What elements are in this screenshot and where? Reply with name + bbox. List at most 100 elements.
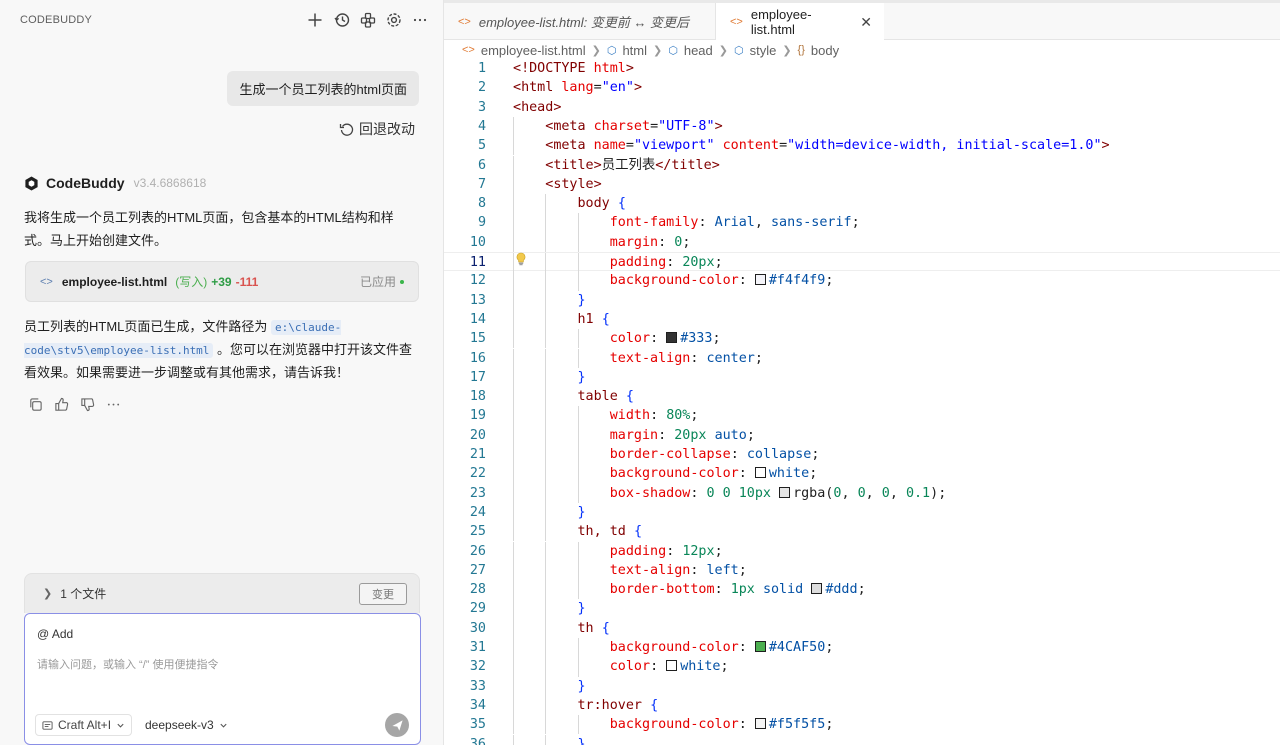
chevron-right-icon: ❯	[718, 44, 728, 57]
code-line[interactable]: 36 }	[444, 734, 1280, 745]
code-line[interactable]: 25 th, td {	[444, 522, 1280, 542]
add-context-button[interactable]: @ Add	[37, 627, 73, 641]
code-line[interactable]: 2 <html lang="en">	[444, 78, 1280, 97]
code-line[interactable]: 19 width: 80%;	[444, 406, 1280, 426]
code-text: <head>	[513, 99, 562, 115]
line-number: 24	[469, 504, 486, 520]
code-line[interactable]: 15 color: #333;	[444, 329, 1280, 349]
code-line[interactable]: 12 background-color: #f4f4f9;	[444, 271, 1280, 291]
code-text: th, td {	[577, 524, 643, 540]
lightbulb-icon[interactable]	[515, 252, 527, 266]
code-line[interactable]: 16 text-align: center;	[444, 348, 1280, 368]
code-line[interactable]: 4 <meta charset="UTF-8">	[444, 116, 1280, 137]
breadcrumb-body[interactable]: body	[811, 43, 839, 58]
file-card-mode: (写入)	[175, 275, 208, 289]
code-line[interactable]: 5 <meta name="viewport" content="width=d…	[444, 136, 1280, 156]
code-text: background-color: #4CAF50;	[609, 640, 834, 655]
code-line[interactable]: 29 }	[444, 599, 1280, 619]
copy-icon[interactable]	[27, 396, 43, 412]
chat-input[interactable]: 请输入问题，或输入 “/” 使用便捷指令	[37, 656, 219, 672]
breadcrumb-head[interactable]: head	[684, 43, 713, 58]
code-line[interactable]: 35 background-color: #f5f5f5;	[444, 715, 1280, 735]
line-number: 36	[469, 736, 486, 745]
line-number: 13	[469, 292, 486, 308]
code-line[interactable]: 34 tr:hover {	[444, 695, 1280, 716]
more-icon[interactable]	[410, 10, 430, 30]
code-line[interactable]: 17 }	[444, 367, 1280, 388]
breadcrumb-style[interactable]: style	[750, 43, 777, 58]
chevron-right-icon: ❯	[782, 44, 792, 57]
view-changes-button[interactable]: 变更	[359, 582, 407, 605]
code-line[interactable]: 26 padding: 12px;	[444, 541, 1280, 561]
model-selector[interactable]: deepseek-v3	[145, 714, 228, 736]
line-number: 7	[477, 176, 486, 192]
html-file-icon: <>	[462, 44, 475, 56]
send-icon	[391, 719, 403, 731]
panel-header: CODEBUDDY	[0, 0, 444, 40]
settings-icon[interactable]	[384, 10, 404, 30]
thumbs-down-icon[interactable]	[79, 396, 95, 412]
code-line[interactable]: 33 }	[444, 676, 1280, 696]
line-number: 35	[469, 717, 486, 733]
history-icon[interactable]	[332, 10, 352, 30]
code-text: box-shadow: 0 0 10px rgba(0, 0, 0, 0.1);	[609, 485, 947, 501]
breadcrumb-html[interactable]: html	[622, 43, 647, 58]
code-line[interactable]: 32 color: white;	[444, 657, 1280, 677]
code-text: <style>	[545, 176, 602, 192]
line-number: 4	[477, 118, 486, 134]
element-icon: ⬡	[606, 44, 617, 57]
code-line[interactable]: 23 box-shadow: 0 0 10px rgba(0, 0, 0, 0.…	[444, 483, 1280, 503]
code-line[interactable]: 13 }	[444, 290, 1280, 310]
code-line[interactable]: 1 <!DOCTYPE html>	[444, 59, 1280, 78]
bot-version: v3.4.6868618	[133, 176, 207, 190]
tab-diff[interactable]: <> employee-list.html: 变更前 ↔ 变更后	[444, 3, 716, 40]
line-number: 12	[469, 273, 486, 289]
code-text: <meta name="viewport" content="width=dev…	[545, 138, 1110, 154]
code-text: <meta charset="UTF-8">	[545, 118, 723, 134]
code-area[interactable]: 1 <!DOCTYPE html> 2 <html lang="en"> 3 <head>…	[444, 59, 1280, 745]
code-line[interactable]: 24 }	[444, 502, 1280, 523]
code-line[interactable]: 9 font-family: Arial, sans-serif;	[444, 213, 1280, 233]
code-line[interactable]: 8 body {	[444, 194, 1280, 214]
code-text: background-color: #f4f4f9;	[609, 273, 834, 289]
thumbs-up-icon[interactable]	[53, 396, 69, 412]
tab-employee-list-label: employee-list.html	[750, 7, 812, 37]
code-line[interactable]: 21 border-collapse: collapse;	[444, 445, 1280, 465]
extensions-icon[interactable]	[358, 10, 378, 30]
plus-icon[interactable]	[305, 10, 325, 30]
code-text: background-color: #f5f5f5;	[609, 717, 834, 733]
code-line[interactable]: 3 <head>	[444, 98, 1280, 117]
code-line[interactable]: 11 padding: 20px;	[444, 252, 1280, 273]
chat-input-box[interactable]: @ Add 请输入问题，或输入 “/” 使用便捷指令 Craft Alt+I d…	[24, 613, 421, 745]
code-text: margin: 20px auto;	[609, 427, 755, 443]
code-line[interactable]: 27 text-align: left;	[444, 560, 1280, 581]
more-actions-icon[interactable]	[105, 396, 121, 412]
tab-employee-list[interactable]: <> employee-list.html ✕	[716, 3, 884, 41]
code-text: <!DOCTYPE html>	[513, 61, 634, 76]
revert-button[interactable]: 回退改动	[339, 119, 415, 139]
line-number: 29	[469, 601, 486, 617]
code-line[interactable]: 6 <title>员工列表</title>	[444, 155, 1280, 175]
code-line[interactable]: 30 th {	[444, 618, 1280, 638]
code-line[interactable]: 31 background-color: #4CAF50;	[444, 638, 1280, 658]
breadcrumb-file[interactable]: employee-list.html	[481, 43, 586, 58]
file-change-card[interactable]: <> employee-list.html (写入) +39 -111 已应用	[25, 261, 419, 302]
code-line[interactable]: 7 <style>	[444, 174, 1280, 195]
changed-files-bar[interactable]: ❯ 1 个文件 变更	[24, 573, 420, 613]
code-line[interactable]: 20 margin: 20px auto;	[444, 425, 1280, 445]
code-line[interactable]: 14 h1 {	[444, 309, 1280, 330]
code-text: <html lang="en">	[513, 80, 642, 96]
file-card-additions: +39	[211, 274, 232, 289]
code-text: }	[577, 504, 586, 520]
chevron-right-icon: ❯	[653, 44, 663, 57]
line-number: 9	[477, 215, 486, 231]
code-line[interactable]: 10 margin: 0;	[444, 232, 1280, 252]
code-text: h1 {	[577, 311, 610, 327]
mode-selector[interactable]: Craft Alt+I	[35, 714, 133, 736]
code-line[interactable]: 28 border-bottom: 1px solid #ddd;	[444, 580, 1280, 600]
close-icon[interactable]: ✕	[860, 14, 872, 31]
code-line[interactable]: 22 background-color: white;	[444, 464, 1280, 484]
code-text: }	[577, 736, 586, 745]
send-button[interactable]	[385, 713, 409, 737]
code-line[interactable]: 18 table {	[444, 387, 1280, 407]
